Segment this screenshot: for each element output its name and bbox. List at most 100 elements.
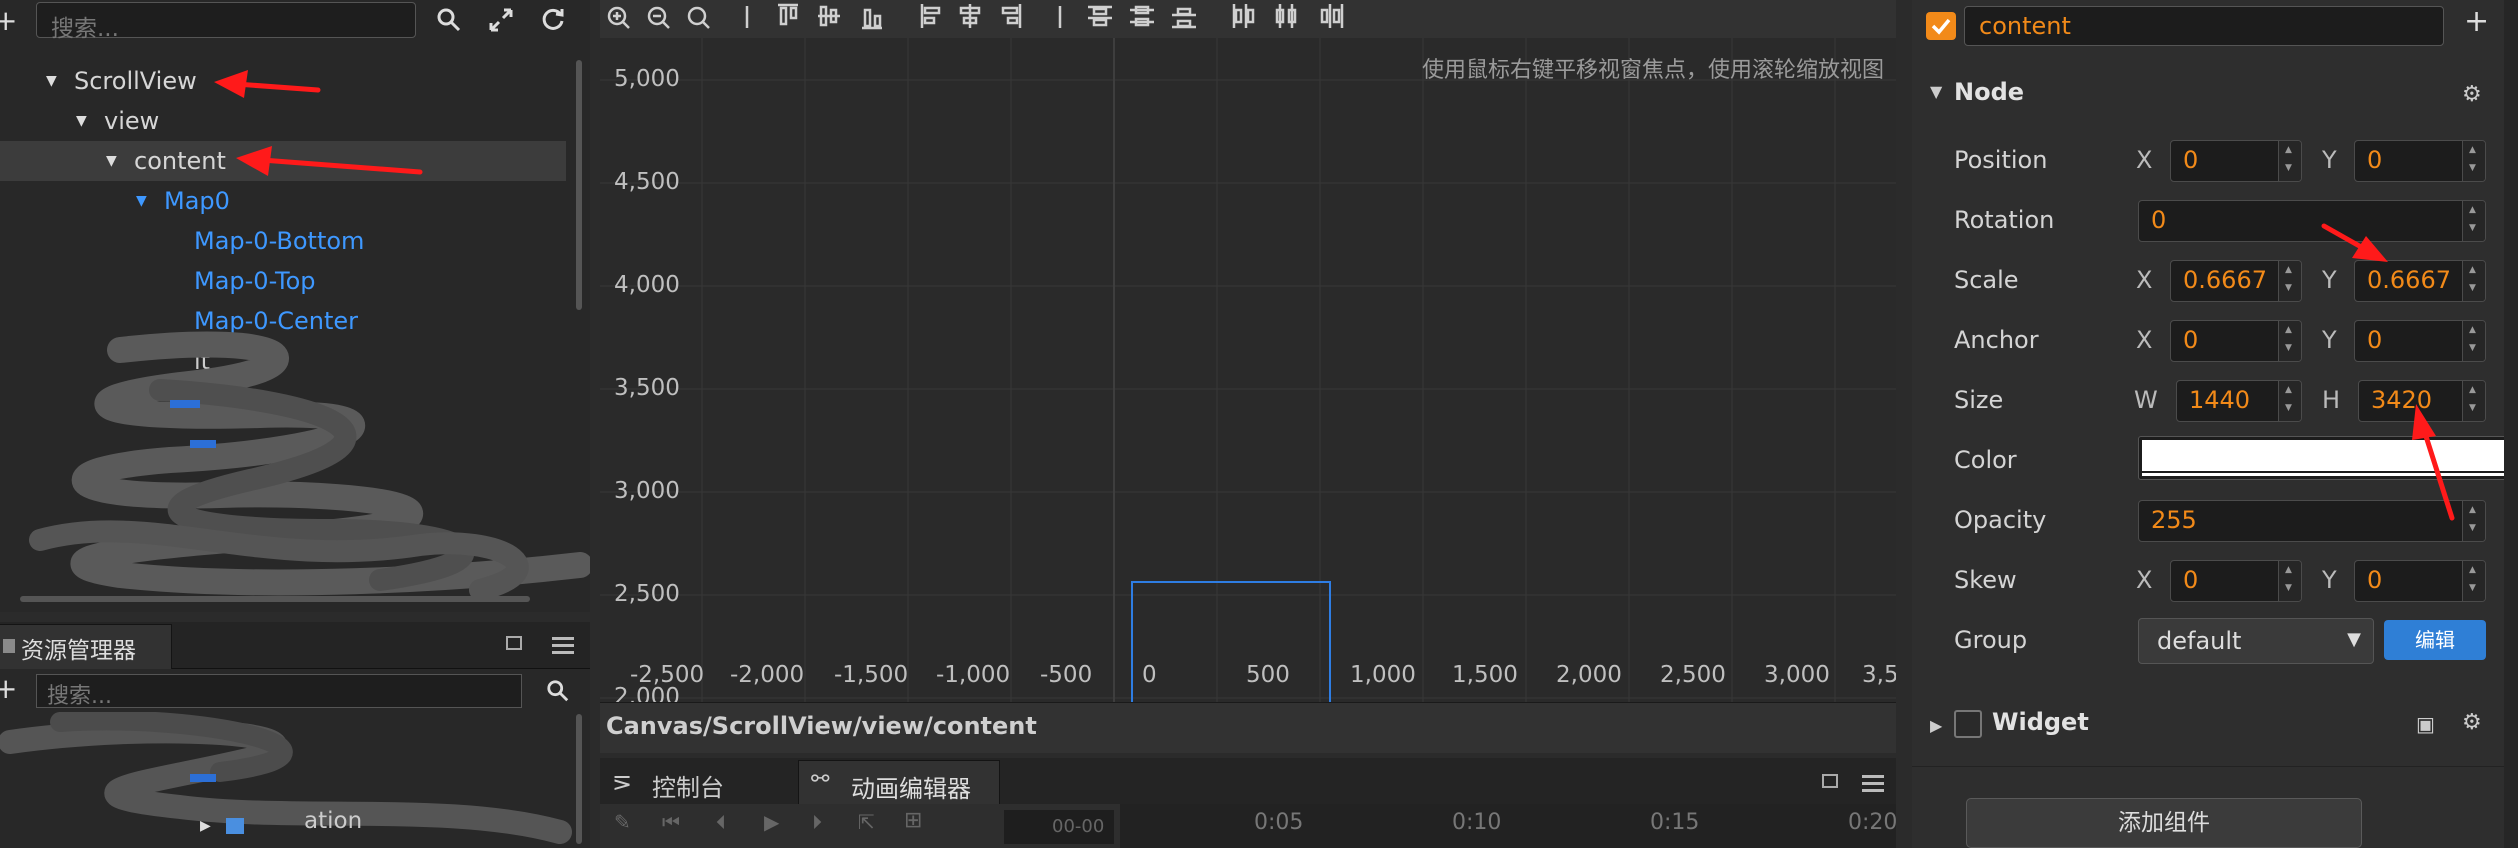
scale-x-input[interactable]: 0.6667 ▲ ▼ xyxy=(2170,260,2302,302)
folder-icon xyxy=(226,818,244,834)
node-active-checkbox[interactable] xyxy=(1926,12,1956,40)
prev-frame-icon[interactable]: ⏴ xyxy=(716,810,726,834)
size-h-input[interactable]: 3420 ▲ ▼ xyxy=(2358,380,2486,422)
zoom-in-icon[interactable] xyxy=(607,6,630,29)
tab-assets[interactable]: 资源管理器 xyxy=(0,624,172,669)
widget-section-title[interactable]: Widget xyxy=(1992,708,2089,736)
y-tick-label: 3,000 xyxy=(614,478,680,504)
node-name-input[interactable]: content xyxy=(1964,6,2444,46)
frame-input[interactable]: 00-00 xyxy=(1004,810,1114,844)
edit-mode-icon[interactable]: ✎ xyxy=(614,810,631,834)
zoom-reset-icon[interactable] xyxy=(687,6,710,29)
add-asset-icon[interactable]: + xyxy=(0,672,17,705)
tree-node-map-0-top[interactable]: Map-0-Top xyxy=(0,261,566,301)
tree-node-scrollview[interactable]: ▼ ScrollView xyxy=(0,61,566,101)
align-bottom-icon[interactable] xyxy=(862,8,882,30)
edit-group-button[interactable]: 编辑 xyxy=(2384,620,2486,660)
opacity-input[interactable]: 255 ▲ ▼ xyxy=(2138,500,2486,542)
align-top-icon[interactable] xyxy=(778,3,798,26)
tree-node-content[interactable]: ▼ content xyxy=(0,141,566,181)
stepper-icon[interactable]: ▲ ▼ xyxy=(2462,141,2485,181)
align-right-icon[interactable] xyxy=(1001,4,1022,28)
content-node-bounds[interactable] xyxy=(1131,581,1331,702)
tab-animation-editor[interactable]: ⚯ 动画编辑器 xyxy=(798,760,1000,805)
skew-y-input[interactable]: 0 ▲ ▼ xyxy=(2354,560,2486,602)
stepper-icon[interactable]: ▲ ▼ xyxy=(2462,201,2485,241)
distribute-top-icon[interactable] xyxy=(1088,5,1112,27)
expand-icon[interactable] xyxy=(488,7,514,33)
asset-item-label[interactable]: ation xyxy=(304,808,362,834)
distribute-v-center-icon[interactable] xyxy=(1130,5,1154,27)
tree-node-view[interactable]: ▼ view xyxy=(0,101,566,141)
node-section-title[interactable]: Node xyxy=(1954,78,2024,106)
add-component-button[interactable]: 添加组件 xyxy=(1966,798,2362,848)
stepper-icon[interactable]: ▲ ▼ xyxy=(2278,381,2301,421)
stepper-icon[interactable]: ▲ ▼ xyxy=(2278,261,2301,301)
widget-enable-checkbox[interactable] xyxy=(1954,710,1982,738)
position-x-input[interactable]: 0 ▲ ▼ xyxy=(2170,140,2302,182)
scale-y-input[interactable]: 0.6667 ▲ ▼ xyxy=(2354,260,2486,302)
stepper-icon[interactable]: ▲ ▼ xyxy=(2462,501,2485,541)
add-icon[interactable]: + xyxy=(2464,4,2489,39)
group-select[interactable]: default ▼ xyxy=(2138,618,2374,664)
inspector-scrollbar[interactable] xyxy=(2504,0,2518,848)
search-icon[interactable] xyxy=(436,7,462,33)
expand-arrow-icon[interactable]: ▼ xyxy=(46,61,57,101)
size-w-input[interactable]: 1440 ▲ ▼ xyxy=(2176,380,2302,422)
align-left-icon[interactable] xyxy=(920,4,941,28)
hierarchy-h-scrollbar[interactable] xyxy=(20,596,530,602)
stepper-icon[interactable]: ▲ ▼ xyxy=(2278,561,2301,601)
distribute-bottom-icon[interactable] xyxy=(1172,7,1196,29)
rotation-input[interactable]: 0 ▲ ▼ xyxy=(2138,200,2486,242)
anchor-y-input[interactable]: 0 ▲ ▼ xyxy=(2354,320,2486,362)
stepper-icon[interactable]: ▲ ▼ xyxy=(2462,381,2485,421)
expand-arrow-icon[interactable]: ▶ xyxy=(1930,716,1942,735)
x-tick-label: 2,500 xyxy=(1660,662,1726,688)
distribute-left-icon[interactable] xyxy=(1232,4,1255,28)
tree-node-map-0-bottom[interactable]: Map-0-Bottom xyxy=(0,221,566,261)
menu-icon[interactable] xyxy=(552,636,574,654)
add-node-icon[interactable]: + xyxy=(0,4,17,37)
zoom-out-icon[interactable] xyxy=(647,6,670,29)
expand-arrow-icon[interactable]: ▼ xyxy=(76,101,87,141)
assets-scrollbar[interactable] xyxy=(576,714,582,844)
skew-x-input[interactable]: 0 ▲ ▼ xyxy=(2170,560,2302,602)
jump-first-icon[interactable]: ⏮ xyxy=(662,810,680,834)
align-h-center-icon[interactable] xyxy=(959,4,981,28)
anchor-x-input[interactable]: 0 ▲ ▼ xyxy=(2170,320,2302,362)
stepper-icon[interactable]: ▲ ▼ xyxy=(2462,261,2485,301)
refresh-icon[interactable] xyxy=(540,6,566,32)
hierarchy-search-input[interactable]: 搜索... xyxy=(36,2,416,42)
add-event-icon[interactable]: ⊞ xyxy=(904,808,922,833)
stepper-icon[interactable]: ▲ ▼ xyxy=(2278,141,2301,181)
collapse-arrow-icon[interactable]: ▼ xyxy=(1930,82,1942,101)
expand-arrow-icon[interactable]: ▶ xyxy=(200,818,211,834)
align-v-center-icon[interactable] xyxy=(818,5,840,27)
open-external-icon[interactable]: ⇱ xyxy=(858,810,875,834)
play-icon[interactable]: ▶ xyxy=(764,810,779,834)
maximize-icon[interactable] xyxy=(506,636,522,650)
timeline-ruler[interactable]: 0:05 0:10 0:15 0:20 xyxy=(1120,804,1897,848)
x-tick-label: -1,000 xyxy=(936,662,1011,688)
position-y-input[interactable]: 0 ▲ ▼ xyxy=(2354,140,2486,182)
expand-arrow-icon[interactable]: ▼ xyxy=(136,181,147,221)
next-frame-icon[interactable]: ⏵ xyxy=(812,810,822,834)
color-picker[interactable] xyxy=(2138,436,2512,480)
stepper-icon[interactable]: ▲ ▼ xyxy=(2462,561,2485,601)
stepper-icon[interactable]: ▲ ▼ xyxy=(2462,321,2485,361)
distribute-right-icon[interactable] xyxy=(1320,4,1344,28)
menu-icon[interactable] xyxy=(1862,774,1884,792)
distribute-h-center-icon[interactable] xyxy=(1275,4,1297,28)
maximize-icon[interactable] xyxy=(1822,774,1838,788)
scene-view[interactable]: 5,000 4,500 4,000 3,500 3,000 2,500 2,00… xyxy=(600,38,1896,702)
tree-node-map0[interactable]: ▼ Map0 xyxy=(0,181,566,221)
tab-console[interactable]: ⋝ 控制台 xyxy=(600,760,796,804)
expand-arrow-icon[interactable]: ▼ xyxy=(106,141,117,181)
book-icon[interactable]: ▣ xyxy=(2416,712,2435,736)
search-icon[interactable] xyxy=(546,679,570,703)
stepper-icon[interactable]: ▲ ▼ xyxy=(2278,321,2301,361)
assets-search-input[interactable]: 搜索... xyxy=(36,674,522,709)
gear-icon[interactable]: ⚙ xyxy=(2462,710,2482,735)
gear-icon[interactable]: ⚙ xyxy=(2462,82,2482,107)
hierarchy-scrollbar[interactable] xyxy=(576,60,582,310)
